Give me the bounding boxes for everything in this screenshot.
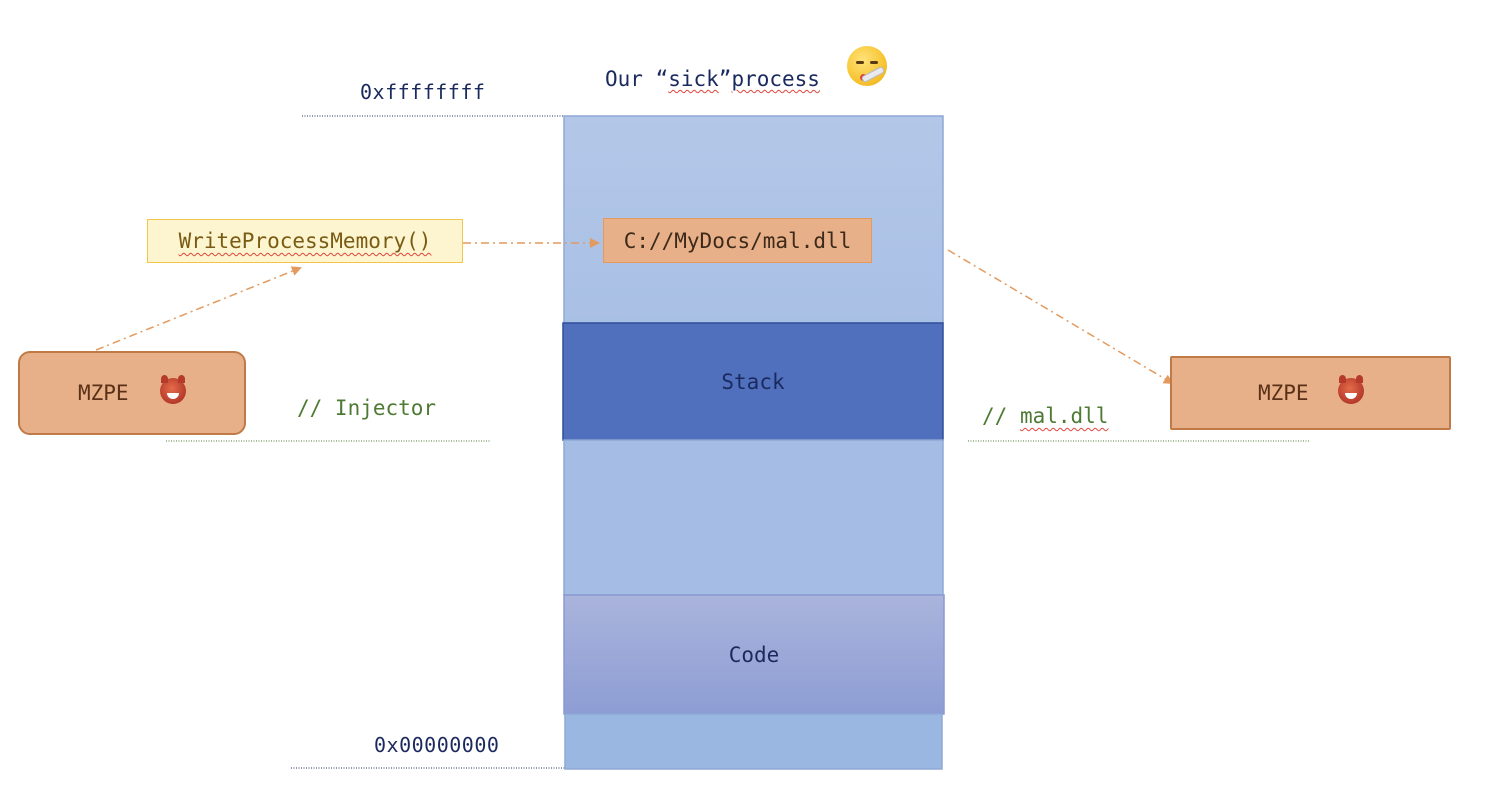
payload-comment-prefix: //: [982, 404, 1020, 428]
process-title: Our “sick”process: [605, 67, 820, 91]
payload-mzpe-label: MZPE: [1258, 381, 1309, 405]
injector-comment: // Injector: [297, 396, 437, 420]
injector-to-api-arrow: [95, 266, 302, 351]
injected-dll-path-box: C://MyDocs/mal.dll: [603, 218, 872, 263]
title-process-word: process: [731, 67, 820, 91]
write-process-memory-label: WriteProcessMemory(): [178, 229, 432, 253]
payload-devil-icon: [1338, 375, 1364, 404]
stack-label: Stack: [721, 370, 785, 394]
title-sick-word: sick: [668, 67, 719, 91]
bottom-address: 0x00000000: [374, 733, 500, 757]
injector-mzpe-box: MZPE: [18, 351, 246, 435]
payload-comment: // mal.dll: [982, 404, 1108, 428]
title-prefix: Our “: [605, 67, 669, 91]
code-label: Code: [728, 643, 780, 667]
write-process-memory-box: WriteProcessMemory(): [147, 219, 463, 263]
top-address: 0xffffffff: [360, 80, 486, 104]
path-to-payload-arrow: [947, 249, 1174, 385]
sick-face-with-thermometer-icon: [847, 46, 887, 86]
injector-devil-icon: [160, 375, 186, 404]
process-memory-middle: [563, 439, 944, 596]
injector-mzpe-label: MZPE: [78, 381, 129, 405]
payload-comment-word: mal.dll: [1019, 404, 1109, 428]
title-close-quote: ”: [718, 67, 732, 91]
process-memory-lower: [564, 713, 943, 770]
payload-mzpe-box: MZPE: [1170, 356, 1451, 430]
injected-dll-path: C://MyDocs/mal.dll: [623, 228, 852, 253]
